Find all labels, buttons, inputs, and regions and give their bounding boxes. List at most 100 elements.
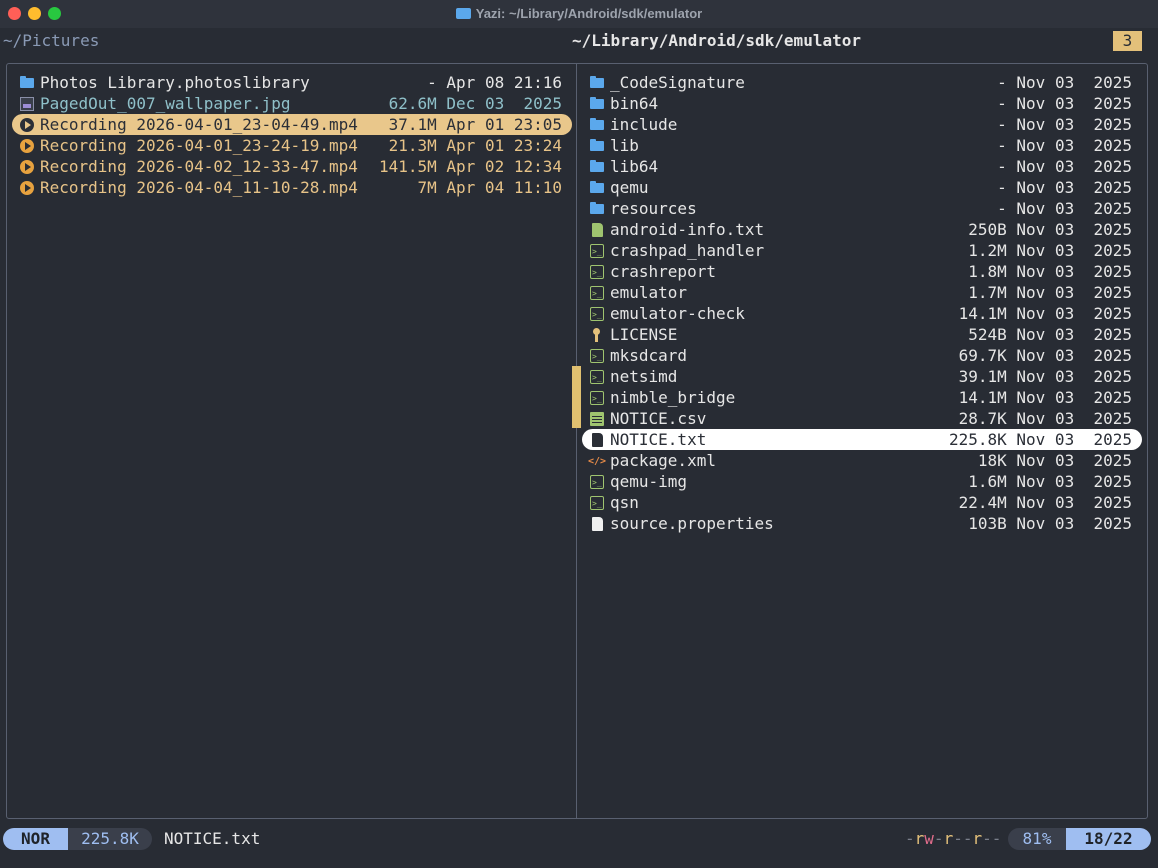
window-title-container: Yazi: ~/Library/Android/sdk/emulator <box>0 6 1158 21</box>
file-meta: 7M Apr 04 11:10 <box>417 178 563 197</box>
file-name: _CodeSignature <box>610 73 745 92</box>
file-meta: 21.3M Apr 01 23:24 <box>388 136 562 155</box>
file-row[interactable]: package.xml 18K Nov 03 2025 <box>582 450 1142 472</box>
scroll-percent: 81% <box>1008 828 1066 850</box>
file-row[interactable]: android-info.txt 250B Nov 03 2025 <box>582 219 1142 240</box>
file-meta: 1.7M Nov 03 2025 <box>968 283 1132 302</box>
file-icon <box>592 517 603 531</box>
file-row[interactable]: Recording 2026-04-04_11-10-28.mp4 7M Apr … <box>12 177 572 198</box>
file-meta: 22.4M Nov 03 2025 <box>958 493 1132 512</box>
image-icon <box>20 97 34 111</box>
file-meta: - Nov 03 2025 <box>997 115 1132 134</box>
file-row[interactable]: Recording 2026-04-01_23-04-49.mp4 37.1M A… <box>12 114 572 135</box>
file-name: emulator <box>610 283 688 302</box>
file-meta: 1.2M Nov 03 2025 <box>968 241 1132 260</box>
file-row[interactable]: qemu-img 1.6M Nov 03 2025 <box>582 471 1142 493</box>
terminal-icon <box>590 346 604 367</box>
file-row[interactable]: NOTICE.txt 225.8K Nov 03 2025 <box>582 429 1142 450</box>
file-meta: 62.6M Dec 03 2025 <box>388 94 562 113</box>
file-name: qsn <box>610 493 639 512</box>
folder-icon <box>590 118 604 132</box>
file-row[interactable]: emulator 1.7M Nov 03 2025 <box>582 282 1142 304</box>
file-name: NOTICE.csv <box>610 409 707 428</box>
folder-icon <box>590 139 604 153</box>
file-name: resources <box>610 199 697 218</box>
file-row[interactable]: crashpad_handler 1.2M Nov 03 2025 <box>582 240 1142 262</box>
file-meta: 1.8M Nov 03 2025 <box>968 262 1132 281</box>
file-meta: 14.1M Nov 03 2025 <box>958 388 1132 407</box>
file-name: source.properties <box>610 514 774 533</box>
file-row[interactable]: crashreport 1.8M Nov 03 2025 <box>582 261 1142 283</box>
play-icon <box>20 181 34 195</box>
file-name: LICENSE <box>610 325 678 344</box>
file-row[interactable]: NOTICE.csv 28.7K Nov 03 2025 <box>582 408 1142 429</box>
file-name: crashreport <box>610 262 716 281</box>
tab-indicator[interactable]: 3 <box>1113 31 1142 51</box>
file-row[interactable]: PagedOut_007_wallpaper.jpg 62.6M Dec 03 2… <box>12 93 572 114</box>
current-path: ~/Library/Android/sdk/emulator <box>572 31 861 50</box>
terminal-icon <box>590 304 604 325</box>
file-name: lib <box>610 136 639 155</box>
file-row[interactable]: Photos Library.photoslibrary - Apr 08 21:… <box>12 72 572 93</box>
file-row[interactable]: LICENSE 524B Nov 03 2025 <box>582 324 1142 345</box>
play-icon <box>20 160 34 174</box>
parent-path: ~/Pictures <box>3 31 100 50</box>
file-row[interactable]: _CodeSignature - Nov 03 2025 <box>582 72 1142 93</box>
terminal-icon <box>590 472 604 493</box>
terminal-icon <box>590 241 604 262</box>
file-row[interactable]: lib64 - Nov 03 2025 <box>582 156 1142 177</box>
folder-icon <box>20 76 34 90</box>
file-name: qemu <box>610 178 649 197</box>
file-meta: 28.7K Nov 03 2025 <box>958 409 1132 428</box>
status-bar: NOR 225.8K NOTICE.txt -rw-r--r-- 81% 18/… <box>0 828 1158 850</box>
file-row[interactable]: nimble_bridge 14.1M Nov 03 2025 <box>582 387 1142 409</box>
file-meta: 39.1M Nov 03 2025 <box>958 367 1132 386</box>
file-row[interactable]: lib - Nov 03 2025 <box>582 135 1142 156</box>
folder-icon <box>590 202 604 216</box>
file-row[interactable]: source.properties 103B Nov 03 2025 <box>582 513 1142 534</box>
terminal-icon <box>590 283 604 304</box>
file-row[interactable]: emulator-check 14.1M Nov 03 2025 <box>582 303 1142 325</box>
file-meta: 225.8K Nov 03 2025 <box>948 430 1132 449</box>
file-name: netsimd <box>610 367 678 386</box>
file-meta: 37.1M Apr 01 23:05 <box>388 115 562 134</box>
file-name: mksdcard <box>610 346 688 365</box>
file-name: include <box>610 115 678 134</box>
file-name: qemu-img <box>610 472 688 491</box>
file-name: package.xml <box>610 451 716 470</box>
file-row[interactable]: netsimd 39.1M Nov 03 2025 <box>582 366 1142 388</box>
cursor-position: 18/22 <box>1066 828 1151 850</box>
file-meta: 14.1M Nov 03 2025 <box>958 304 1132 323</box>
file-meta: 18K Nov 03 2025 <box>977 451 1132 470</box>
file-meta: - Nov 03 2025 <box>997 157 1132 176</box>
play-icon <box>20 139 34 153</box>
folder-icon <box>590 76 604 90</box>
file-permissions: -rw-r--r-- <box>905 829 1002 848</box>
file-name: android-info.txt <box>610 220 765 239</box>
scrollbar-thumb[interactable] <box>572 366 581 428</box>
terminal-icon <box>590 493 604 514</box>
file-meta: 141.5M Apr 02 12:34 <box>378 157 562 176</box>
mode-indicator: NOR <box>3 828 68 850</box>
document-icon <box>592 223 603 237</box>
file-size: 225.8K <box>68 828 152 850</box>
text-file-icon <box>592 433 603 447</box>
terminal-icon <box>590 388 604 409</box>
file-row[interactable]: qemu - Nov 03 2025 <box>582 177 1142 198</box>
file-name: Recording 2026-04-02_12-33-47.mp4 <box>40 157 358 176</box>
file-row[interactable]: qsn 22.4M Nov 03 2025 <box>582 492 1142 514</box>
file-meta: - Nov 03 2025 <box>997 94 1132 113</box>
file-name: Recording 2026-04-01_23-04-49.mp4 <box>40 115 358 134</box>
play-icon <box>20 118 34 132</box>
file-row[interactable]: mksdcard 69.7K Nov 03 2025 <box>582 345 1142 367</box>
file-name: bin64 <box>610 94 659 113</box>
folder-icon <box>590 181 604 195</box>
spreadsheet-icon <box>590 412 604 426</box>
file-row[interactable]: bin64 - Nov 03 2025 <box>582 93 1142 114</box>
file-meta: 103B Nov 03 2025 <box>968 514 1132 533</box>
file-row[interactable]: include - Nov 03 2025 <box>582 114 1142 135</box>
file-row[interactable]: resources - Nov 03 2025 <box>582 198 1142 219</box>
title-bar: Yazi: ~/Library/Android/sdk/emulator <box>0 0 1158 28</box>
file-row[interactable]: Recording 2026-04-02_12-33-47.mp4 141.5M … <box>12 156 572 177</box>
file-row[interactable]: Recording 2026-04-01_23-24-19.mp4 21.3M A… <box>12 135 572 156</box>
